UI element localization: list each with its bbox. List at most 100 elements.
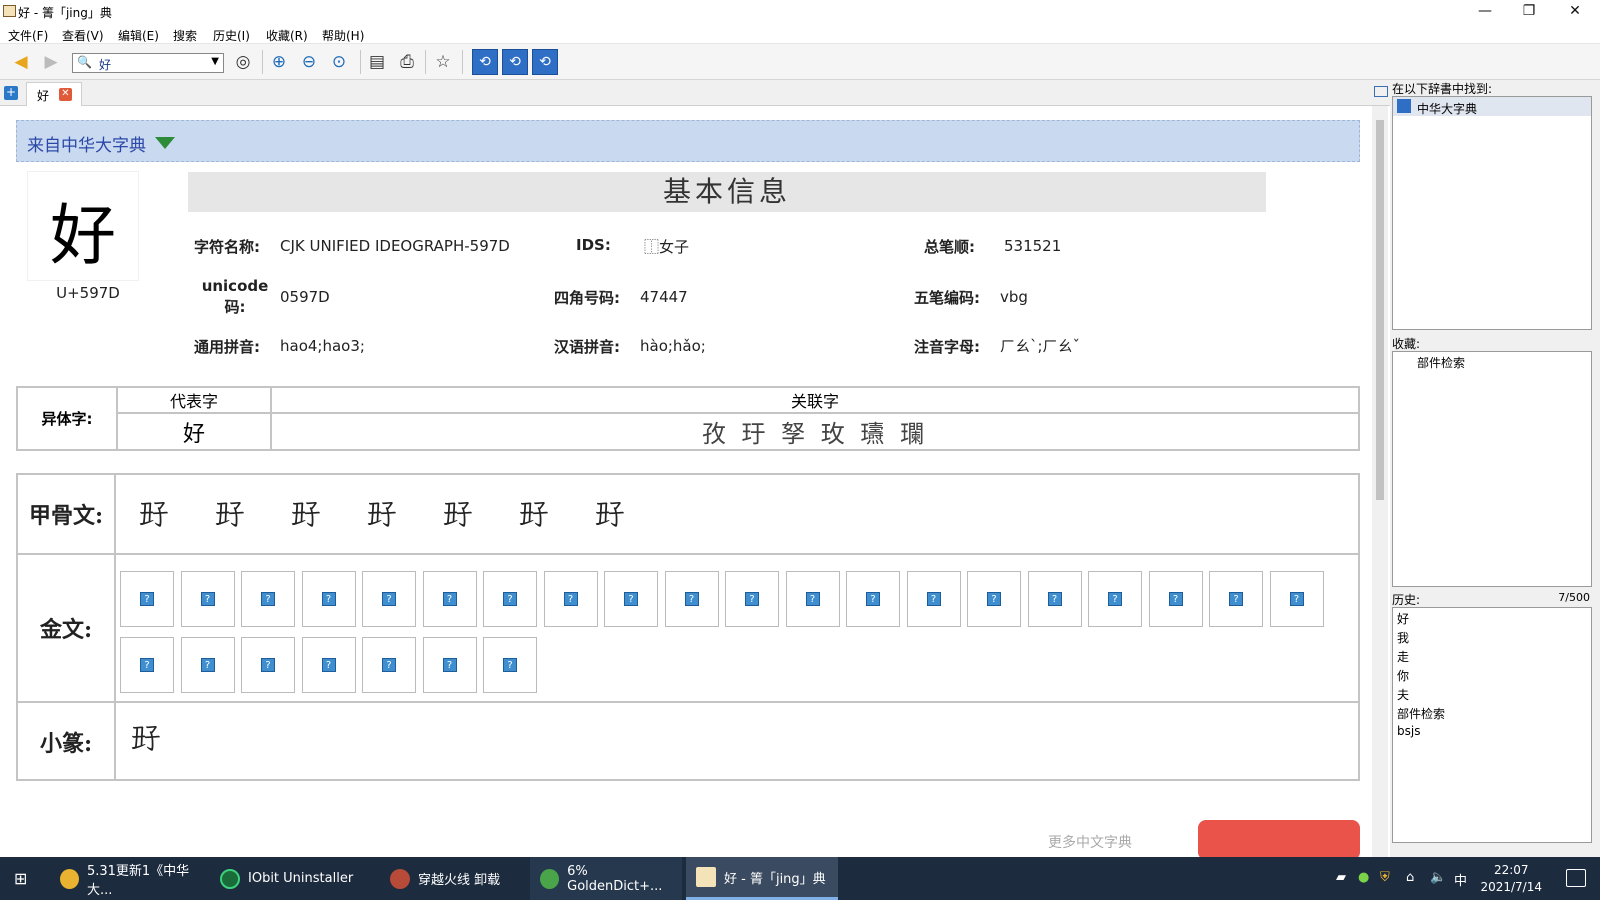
oracle-glyph: 𡥆 [442,497,472,532]
maximize-button[interactable]: ❐ [1506,0,1552,24]
bronze-glyph-placeholder[interactable]: ? [120,571,174,627]
history-item[interactable]: 走 [1397,648,1409,665]
bronze-glyph-placeholder[interactable]: ? [241,571,295,627]
tray-network-icon[interactable]: ⌂ [1406,870,1414,885]
bronze-glyph-placeholder[interactable]: ? [1148,571,1203,627]
toolbar: ◀ ▶ 🔍 好 ▼ ◎ ⊕ ⊖ ⊙ ▤ ⎙ ☆ ⟲ ⟲ ⟲ [0,44,1600,80]
related-chars[interactable]: 孜 玗 孥 玫 瓙 瓓 [270,412,1360,451]
found-item-row[interactable]: 中华大字典 [1393,97,1591,116]
pronounce-icon[interactable]: ◎ [230,49,256,75]
bronze-glyph-placeholder[interactable]: ? [785,571,840,627]
menu-edit[interactable]: 编辑(E) [118,27,159,44]
bronze-glyph-placeholder[interactable]: ? [1027,571,1082,627]
save-icon[interactable]: ▤ [364,49,390,75]
tray-volume-icon[interactable]: 🔈 [1430,870,1446,885]
tray-notes-icon[interactable]: ▰ [1336,870,1346,885]
footer-hint: 更多中文字典 [1048,835,1132,851]
bronze-glyph-placeholder[interactable]: ? [664,571,719,627]
taskbar-item-installer[interactable]: 6% GoldenDict+... [530,857,682,900]
broken-image-icon: ? [503,592,517,606]
taskbar-item-uninstall[interactable]: 穿越火线 卸载 [380,857,528,900]
bronze-glyph-placeholder[interactable]: ? [362,637,416,693]
close-tab-icon[interactable]: ✕ [59,88,72,101]
right-panel: 在以下辞書中找到: 中华大字典 收藏: 部件检索 历史: 7/500 好 我 走… [1390,80,1600,857]
bronze-glyph-placeholder[interactable]: ? [846,571,900,627]
forward-arrow-icon[interactable]: ▶ [38,49,64,75]
bronze-glyph-placeholder[interactable]: ? [483,571,537,627]
history-item[interactable]: 我 [1397,629,1409,646]
menu-search[interactable]: 搜索 [173,27,197,44]
bronze-glyph-placeholder[interactable]: ? [362,571,416,627]
taskbar-item-dictionary[interactable]: 好 - 箐「jing」典 [686,857,838,900]
broken-image-icon: ? [1289,592,1304,606]
back-arrow-icon[interactable]: ◀ [8,49,34,75]
bronze-glyph-placeholder[interactable]: ? [1269,571,1324,627]
search-combobox[interactable]: 🔍 好 ▼ [72,53,224,73]
favorites-title: 收藏: [1392,337,1421,351]
panel-toggle-icon[interactable] [1374,86,1388,97]
notification-center-icon[interactable] [1566,869,1586,887]
taskbar-item-chrome[interactable]: 5.31更新1《中华大... [50,857,208,900]
history-item[interactable]: 好 [1397,610,1409,627]
search-input[interactable]: 好 [99,56,111,73]
bronze-glyph-placeholder[interactable]: ? [725,571,779,627]
history-list: 好 我 走 你 夫 部件检索 bsjs [1392,607,1592,843]
bronze-glyph-placeholder[interactable]: ? [180,637,235,693]
scan-popup-icon[interactable]: ⟲ [502,49,528,75]
bronze-glyph-placeholder[interactable]: ? [604,571,658,627]
bronze-glyph-placeholder[interactable]: ? [543,571,598,627]
clock[interactable]: 22:07 2021/7/14 [1480,862,1542,896]
tray-shield-icon[interactable]: ⛨ [1380,870,1390,885]
minimize-button[interactable]: — [1462,0,1508,24]
collapse-triangle-icon[interactable] [155,137,175,149]
tab-current[interactable]: 好 ✕ [26,82,82,106]
bronze-glyph-placeholder[interactable]: ? [483,637,537,693]
menu-favorites[interactable]: 收藏(R) [266,27,308,44]
menu-view[interactable]: 查看(V) [62,27,104,44]
history-item[interactable]: 部件检索 [1397,705,1445,722]
zoom-reset-icon[interactable]: ⊙ [326,49,352,75]
ime-indicator[interactable]: 中 [1454,870,1467,889]
bronze-glyph-placeholder[interactable]: ? [906,571,961,627]
bronze-glyph-placeholder[interactable]: ? [967,571,1021,627]
bronze-glyph-placeholder[interactable]: ? [1209,571,1263,627]
favorite-star-icon[interactable]: ☆ [430,49,456,75]
new-tab-icon[interactable]: + [4,86,18,100]
close-button[interactable]: ✕ [1552,0,1598,24]
menu-file[interactable]: 文件(F) [8,27,48,44]
ids-value: ⿰女子 [644,238,690,256]
menu-history[interactable]: 历史(I) [213,27,250,44]
variants-table: 异体字: 代表字 关联字 好 孜 玗 孥 玫 瓙 瓓 [16,386,1360,451]
bronze-glyph-placeholder[interactable]: ? [422,571,477,627]
favorite-item[interactable]: 部件检索 [1417,354,1465,371]
window-title: 好 - 箐「jing」典 [18,6,112,20]
history-item[interactable]: bsjs [1397,724,1420,738]
bronze-glyph-placeholder[interactable]: ? [1088,571,1142,627]
dropdown-arrow-icon[interactable]: ▼ [211,56,219,67]
windows-start-icon[interactable]: ⊞ [14,870,32,888]
zoom-out-icon[interactable]: ⊖ [296,49,322,75]
bronze-glyph-placeholder[interactable]: ? [301,637,356,693]
dictionary-source-banner[interactable]: 来自中华大字典 [16,120,1360,162]
scrollbar-thumb[interactable] [1376,120,1384,500]
history-item[interactable]: 夫 [1397,686,1409,703]
scan-popup-icon[interactable]: ⟲ [472,49,498,75]
history-item[interactable]: 你 [1397,667,1409,684]
bronze-glyph-placeholder[interactable]: ? [422,637,477,693]
taskbar-item-iobit[interactable]: IObit Uninstaller [210,857,378,900]
bronze-glyph-placeholder[interactable]: ? [180,571,235,627]
article-scrollbar[interactable] [1372,106,1388,857]
oracle-glyph: 𡥆 [138,497,168,532]
task-label: 5.31更新1《中华大... [86,863,190,898]
zoom-in-icon[interactable]: ⊕ [266,49,292,75]
bronze-glyph-placeholder[interactable]: ? [301,571,356,627]
menu-help[interactable]: 帮助(H) [322,27,364,44]
footer-action-button[interactable] [1198,820,1360,857]
bronze-glyph-placeholder[interactable]: ? [241,637,295,693]
tray-network-status-icon[interactable]: ● [1358,870,1369,885]
taskbar: ⊞ 5.31更新1《中华大... IObit Uninstaller 穿越火线 … [0,857,1600,900]
print-icon[interactable]: ⎙ [394,49,420,75]
representative-char[interactable]: 好 [116,412,272,451]
bronze-glyph-placeholder[interactable]: ? [120,637,174,693]
scan-popup-icon[interactable]: ⟲ [532,49,558,75]
